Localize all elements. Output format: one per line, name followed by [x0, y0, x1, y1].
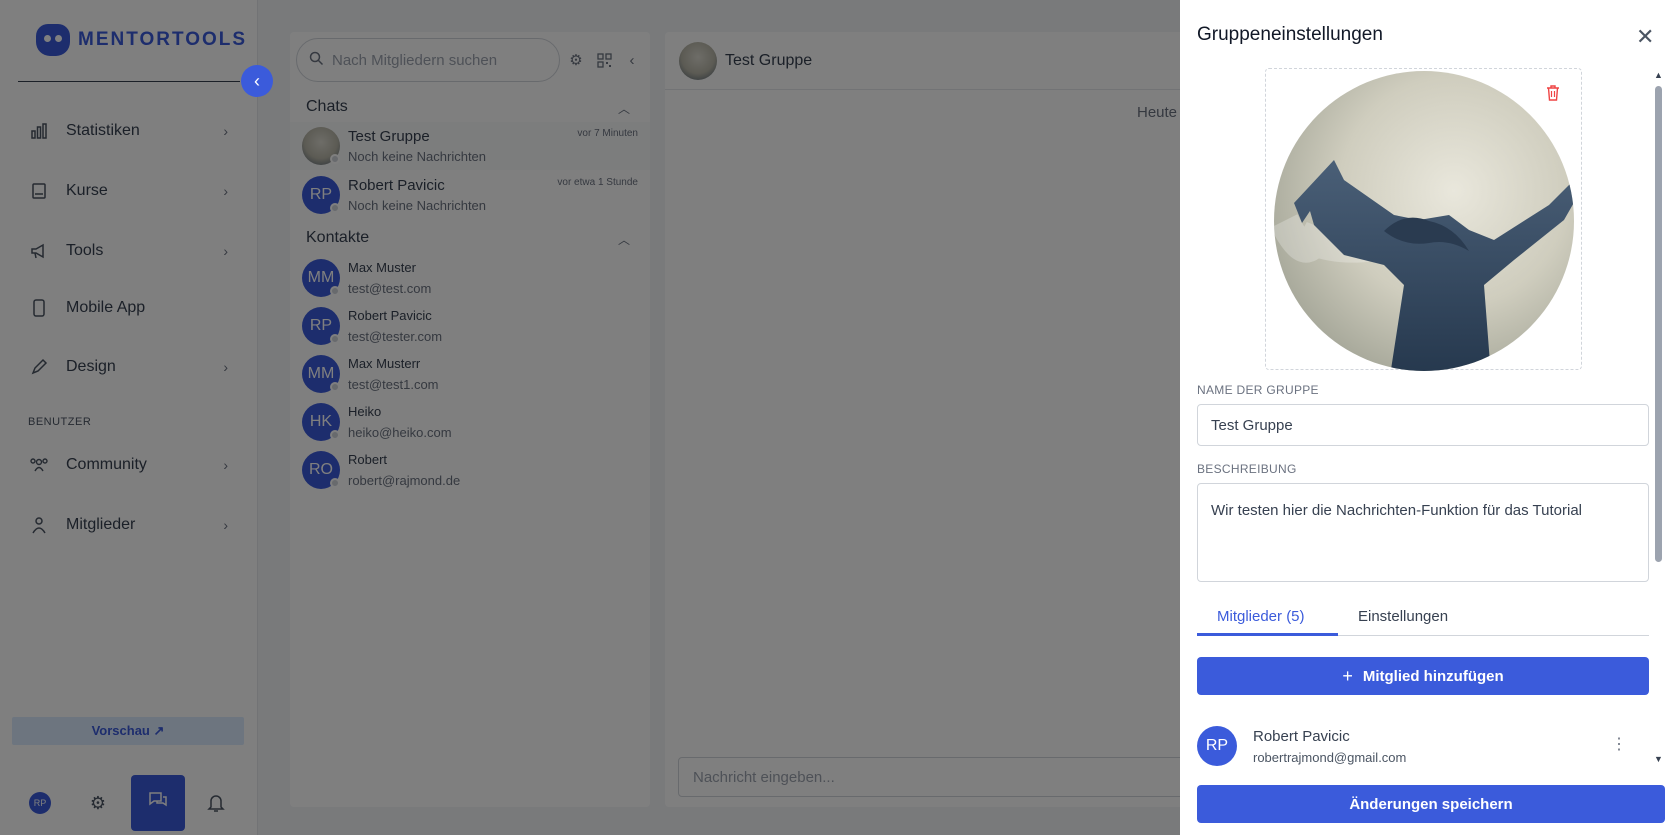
- description-label: BESCHREIBUNG: [1197, 462, 1297, 476]
- plus-icon: +: [1342, 665, 1353, 686]
- active-tab-indicator: [1197, 633, 1338, 636]
- group-image: [1274, 71, 1574, 371]
- scroll-down-icon[interactable]: ▼: [1654, 754, 1663, 764]
- more-vertical-icon[interactable]: ⋮: [1611, 734, 1627, 754]
- save-changes-button[interactable]: Änderungen speichern: [1197, 785, 1665, 823]
- scrollbar[interactable]: ▲ ▼: [1652, 70, 1664, 770]
- member-name: Robert Pavicic: [1253, 728, 1350, 745]
- drawer-title: Gruppeneinstellungen: [1197, 24, 1383, 45]
- modal-backdrop[interactable]: [0, 0, 1180, 835]
- close-icon[interactable]: ✕: [1636, 24, 1654, 50]
- trash-icon[interactable]: [1546, 85, 1560, 106]
- description-value: Wir testen hier die Nachrichten-Funktion…: [1211, 502, 1582, 519]
- description-textarea[interactable]: Wir testen hier die Nachrichten-Funktion…: [1197, 483, 1649, 582]
- drawer-tabs: Mitglieder (5) Einstellungen: [1197, 600, 1649, 636]
- add-member-label: Mitglied hinzufügen: [1362, 667, 1504, 685]
- scrollbar-thumb[interactable]: [1655, 86, 1662, 562]
- tab-mitglieder[interactable]: Mitglieder (5): [1217, 608, 1305, 625]
- group-name-label: NAME DER GRUPPE: [1197, 383, 1319, 397]
- member-email: robertrajmond@gmail.com: [1253, 750, 1407, 765]
- scroll-up-icon[interactable]: ▲: [1654, 70, 1663, 80]
- avatar: RP: [1197, 726, 1237, 766]
- group-image-upload[interactable]: [1265, 68, 1582, 371]
- group-name-input[interactable]: Test Gruppe: [1197, 404, 1649, 446]
- tab-einstellungen[interactable]: Einstellungen: [1358, 608, 1448, 625]
- chevron-left-icon: ‹: [254, 70, 260, 91]
- collapse-sidebar-button[interactable]: ‹: [241, 65, 273, 97]
- member-row: RP Robert Pavicic robertrajmond@gmail.co…: [1197, 724, 1637, 768]
- add-member-button[interactable]: + Mitglied hinzufügen: [1197, 657, 1649, 695]
- group-name-value: Test Gruppe: [1211, 416, 1293, 434]
- group-settings-drawer: Gruppeneinstellungen ✕ NAME DER GRUPPE T…: [1180, 0, 1675, 835]
